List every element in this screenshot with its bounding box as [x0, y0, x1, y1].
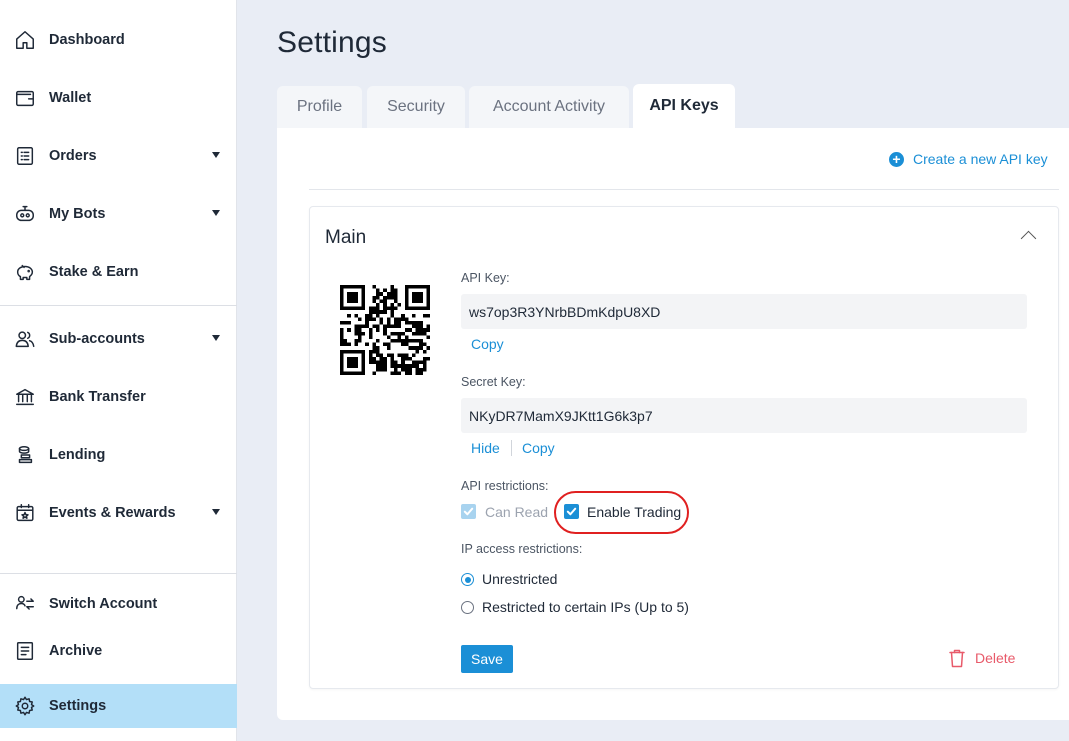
sidebar-item-orders[interactable]: Orders	[0, 134, 237, 178]
orders-list-icon	[14, 145, 36, 167]
page-title: Settings	[277, 26, 387, 59]
sidebar-item-label: Stake & Earn	[49, 264, 139, 280]
robot-icon	[14, 203, 36, 225]
secret-key-label: Secret Key:	[461, 375, 526, 389]
sidebar-item-archive[interactable]: Archive	[0, 629, 237, 673]
api-key-card	[309, 206, 1059, 689]
sidebar-item-label: Sub-accounts	[49, 331, 145, 347]
create-api-key-label: Create a new API key	[913, 151, 1048, 167]
sidebar-item-sub-accounts[interactable]: Sub-accounts	[0, 317, 237, 361]
sidebar-item-dashboard[interactable]: Dashboard	[0, 18, 237, 62]
switch-account-icon	[14, 593, 36, 615]
sidebar-item-label: Settings	[49, 698, 107, 714]
wallet-icon	[14, 87, 36, 109]
coins-icon	[14, 444, 36, 466]
tab-security[interactable]: Security	[367, 86, 465, 128]
archive-icon	[14, 640, 36, 662]
calendar-star-icon	[14, 502, 36, 524]
api-key-copy-button[interactable]: Copy	[471, 336, 504, 352]
tab-profile[interactable]: Profile	[277, 86, 362, 128]
check-icon	[566, 507, 577, 516]
chevron-down-icon[interactable]	[212, 335, 220, 341]
radio-restricted-ips-label[interactable]: Restricted to certain IPs (Up to 5)	[482, 599, 689, 615]
sidebar-item-label: Dashboard	[49, 32, 125, 48]
api-restrictions-label: API restrictions:	[461, 479, 549, 493]
sidebar-item-label: Orders	[49, 148, 97, 164]
create-api-key-link[interactable]: + Create a new API key	[889, 151, 1048, 167]
plus-circle-icon: +	[889, 151, 904, 167]
chevron-down-icon[interactable]	[212, 509, 220, 515]
sidebar-item-label: Archive	[49, 643, 103, 659]
sidebar-item-events-rewards[interactable]: Events & Rewards	[0, 491, 237, 535]
radio-unrestricted[interactable]	[461, 573, 474, 586]
sidebar-item-label: My Bots	[49, 206, 106, 222]
delete-button[interactable]: Delete	[948, 648, 1015, 668]
ip-restrictions-label: IP access restrictions:	[461, 542, 583, 556]
sidebar: Dashboard Wallet Orders My Bots Stake & …	[0, 0, 237, 741]
chevron-down-icon[interactable]	[212, 210, 220, 216]
enable-trading-label[interactable]: Enable Trading	[587, 504, 681, 520]
trash-icon	[949, 649, 965, 668]
sidebar-item-wallet[interactable]: Wallet	[0, 76, 237, 120]
sidebar-divider	[0, 305, 237, 306]
sidebar-item-label: Switch Account	[49, 596, 158, 612]
secret-key-copy-button[interactable]: Copy	[522, 440, 555, 456]
secret-key-hide-button[interactable]: Hide	[471, 440, 500, 456]
api-key-card-title: Main	[325, 227, 367, 248]
tab-account-activity[interactable]: Account Activity	[469, 86, 629, 128]
sidebar-item-stake-earn[interactable]: Stake & Earn	[0, 250, 237, 294]
enable-trading-checkbox[interactable]	[564, 504, 579, 519]
sidebar-item-switch-account[interactable]: Switch Account	[0, 582, 237, 626]
qr-code	[340, 285, 430, 375]
radio-unrestricted-label[interactable]: Unrestricted	[482, 571, 557, 587]
sidebar-item-label: Events & Rewards	[49, 505, 176, 521]
radio-restricted-ips[interactable]	[461, 601, 474, 614]
can-read-checkbox	[461, 504, 476, 519]
sidebar-divider	[0, 573, 237, 574]
sidebar-item-my-bots[interactable]: My Bots	[0, 192, 237, 236]
tab-api-keys[interactable]: API Keys	[633, 84, 735, 128]
secret-key-value: NKyDR7MamX9JKtt1G6k3p7	[461, 398, 1027, 433]
can-read-label: Can Read	[485, 504, 549, 520]
link-separator	[511, 440, 512, 456]
check-icon	[463, 507, 474, 516]
save-button[interactable]: Save	[461, 645, 513, 673]
sidebar-item-label: Lending	[49, 447, 106, 463]
panel-divider	[309, 189, 1059, 190]
sidebar-item-settings[interactable]: Settings	[0, 684, 237, 728]
bank-icon	[14, 386, 36, 408]
chevron-down-icon[interactable]	[212, 152, 220, 158]
delete-label: Delete	[975, 650, 1016, 666]
api-key-label: API Key:	[461, 271, 510, 285]
piggy-bank-icon	[14, 261, 36, 283]
sidebar-item-label: Wallet	[49, 90, 92, 106]
sidebar-item-lending[interactable]: Lending	[0, 433, 237, 477]
sidebar-item-bank-transfer[interactable]: Bank Transfer	[0, 375, 237, 419]
home-icon	[14, 29, 36, 51]
api-key-value: ws7op3R3YNrbBDmKdpU8XD	[461, 294, 1027, 329]
sidebar-item-label: Bank Transfer	[49, 389, 146, 405]
gear-icon	[14, 695, 36, 717]
users-icon	[14, 328, 36, 350]
